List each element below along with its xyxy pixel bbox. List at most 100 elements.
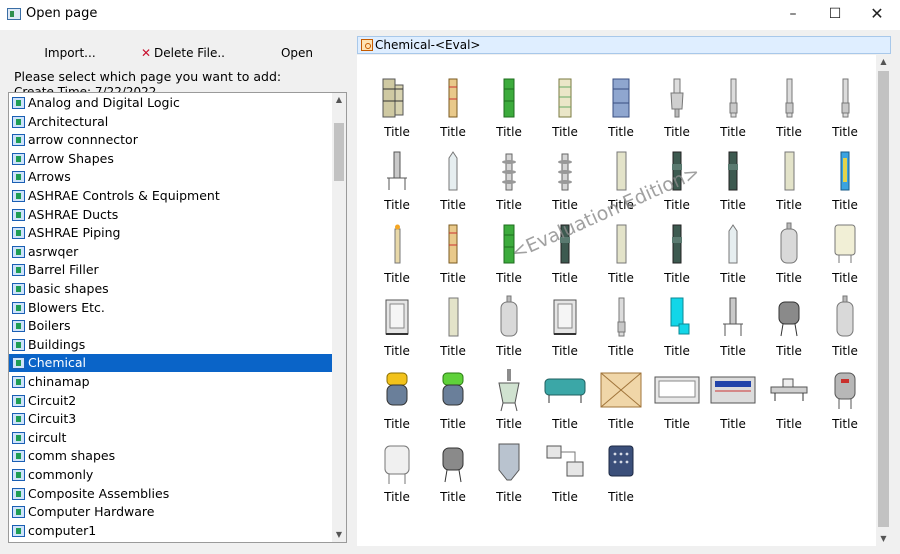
shape-item[interactable]: Title (481, 284, 537, 358)
shape-item[interactable]: Title (537, 138, 593, 212)
shape-item[interactable]: Title (537, 65, 593, 139)
list-item[interactable]: Chemical (9, 354, 333, 373)
shape-item[interactable]: Title (369, 284, 425, 358)
list-item-label: Buildings (28, 336, 86, 352)
shape-item[interactable]: Title (705, 138, 761, 212)
list-item-label: ASHRAE Controls & Equipment (28, 188, 220, 203)
list-item[interactable]: basic shapes (9, 280, 333, 298)
shape-item[interactable]: Title (425, 65, 481, 139)
shape-item[interactable]: Title (817, 357, 873, 431)
list-item[interactable]: computer1 (9, 522, 333, 540)
shape-item[interactable]: Title (369, 138, 425, 212)
shape-item[interactable]: Title (481, 357, 537, 431)
cyan-unit-icon (649, 294, 705, 340)
list-item[interactable]: ASHRAE Piping (9, 224, 333, 242)
list-item[interactable]: Boilers (9, 317, 333, 335)
list-item[interactable]: circult (9, 429, 333, 447)
list-item[interactable]: arrow connnector (9, 131, 333, 149)
window-title: Open page (26, 6, 98, 21)
shape-item[interactable]: Title (369, 357, 425, 431)
list-item[interactable]: Circuit3 (9, 410, 333, 428)
shape-item[interactable]: Title (425, 357, 481, 431)
list-item-label: commonly (28, 467, 94, 482)
shape-item[interactable]: Title (705, 357, 761, 431)
gallery-scroll-thumb[interactable] (878, 71, 889, 527)
open-button[interactable]: Open (242, 41, 352, 65)
list-item[interactable]: ASHRAE Controls & Equipment (9, 187, 333, 205)
shape-item[interactable]: Title (425, 284, 481, 358)
shape-item[interactable]: Title (649, 211, 705, 285)
list-item[interactable]: Circuit2 (9, 392, 333, 410)
shape-item[interactable]: Title (369, 211, 425, 285)
shape-item[interactable]: Title (761, 211, 817, 285)
title-bar: Open page – ☐ ✕ (0, 0, 900, 30)
list-item-label: comm shapes (28, 448, 116, 464)
scroll-up-icon[interactable]: ▲ (332, 93, 346, 107)
shape-item[interactable]: Title (761, 284, 817, 358)
list-item[interactable]: commonly (9, 466, 333, 484)
list-item[interactable]: Blowers Etc. (9, 299, 333, 317)
plain-column-icon (593, 221, 649, 267)
shape-item[interactable]: Title (761, 357, 817, 431)
shape-caption: Title (496, 271, 522, 285)
shape-item[interactable]: Title (705, 65, 761, 139)
scroll-down-icon[interactable]: ▼ (332, 528, 346, 542)
shape-item[interactable]: Title (649, 284, 705, 358)
shape-item[interactable]: Title (425, 138, 481, 212)
gallery-scroll-down-icon[interactable]: ▼ (876, 532, 891, 546)
shape-item[interactable]: Title (649, 65, 705, 139)
shape-caption: Title (384, 271, 410, 285)
list-item[interactable]: Arrow Shapes (9, 150, 333, 168)
list-item[interactable]: Barrel Filler (9, 261, 333, 279)
shape-item[interactable]: Title (761, 65, 817, 139)
shape-item[interactable]: Title (649, 357, 705, 431)
shape-item[interactable]: Title (537, 284, 593, 358)
box-unit-icon (649, 367, 705, 413)
list-item[interactable]: Computer Hardware (9, 503, 333, 521)
shape-caption: Title (384, 344, 410, 358)
shape-item[interactable]: Title (817, 138, 873, 212)
shape-item[interactable]: Title (761, 138, 817, 212)
list-item[interactable]: Composite Assemblies (9, 485, 333, 503)
shape-item[interactable]: Title (705, 284, 761, 358)
shape-item[interactable]: Title (593, 357, 649, 431)
list-item[interactable]: comm shapes (9, 447, 333, 465)
shape-item[interactable]: Title (425, 430, 481, 504)
page-list-scrollbar[interactable]: ▲ ▼ (332, 93, 346, 542)
list-item[interactable]: ASHRAE Ducts (9, 206, 333, 224)
list-item[interactable]: Arrows (9, 168, 333, 186)
shape-item[interactable]: Title (537, 430, 593, 504)
shape-item[interactable]: Title (369, 65, 425, 139)
shape-item[interactable]: Title (817, 211, 873, 285)
page-list[interactable]: Analog and Digital Logic Architectural arr… (8, 92, 347, 543)
shape-item[interactable]: Title (481, 138, 537, 212)
gallery-scrollbar[interactable]: ▲ ▼ (876, 55, 891, 546)
close-button[interactable]: ✕ (854, 0, 900, 30)
list-item[interactable]: Architectural (9, 113, 333, 131)
shape-item[interactable]: Title (705, 211, 761, 285)
shape-item[interactable]: Title (593, 430, 649, 504)
list-item[interactable]: chinamap (9, 373, 333, 391)
import-button[interactable]: Import... (14, 41, 126, 65)
scroll-thumb[interactable] (334, 123, 344, 181)
list-item[interactable]: Buildings (9, 336, 333, 354)
shape-item[interactable]: Title (593, 65, 649, 139)
minimize-button[interactable]: – (770, 0, 816, 30)
shape-item[interactable]: Title (537, 357, 593, 431)
maximize-button[interactable]: ☐ (812, 0, 858, 30)
shape-item[interactable]: Title (593, 284, 649, 358)
list-item-label: Analog and Digital Logic (28, 95, 180, 110)
silver-tank-icon (369, 440, 425, 486)
shape-item[interactable]: Title (481, 430, 537, 504)
shape-item[interactable]: Title (481, 65, 537, 139)
shape-item[interactable]: Title (817, 284, 873, 358)
delete-file-button[interactable]: ✕ Delete File.. (128, 41, 238, 65)
shape-caption: Title (720, 271, 746, 285)
shape-item[interactable]: Title (425, 211, 481, 285)
shape-gallery[interactable]: Title Title Title Title Title Title Title Title… (357, 55, 891, 546)
list-item[interactable]: Analog and Digital Logic (9, 94, 333, 112)
shape-item[interactable]: Title (369, 430, 425, 504)
gallery-scroll-up-icon[interactable]: ▲ (876, 55, 891, 69)
list-item[interactable]: asrwqer (9, 243, 333, 261)
shape-item[interactable]: Title (817, 65, 873, 139)
